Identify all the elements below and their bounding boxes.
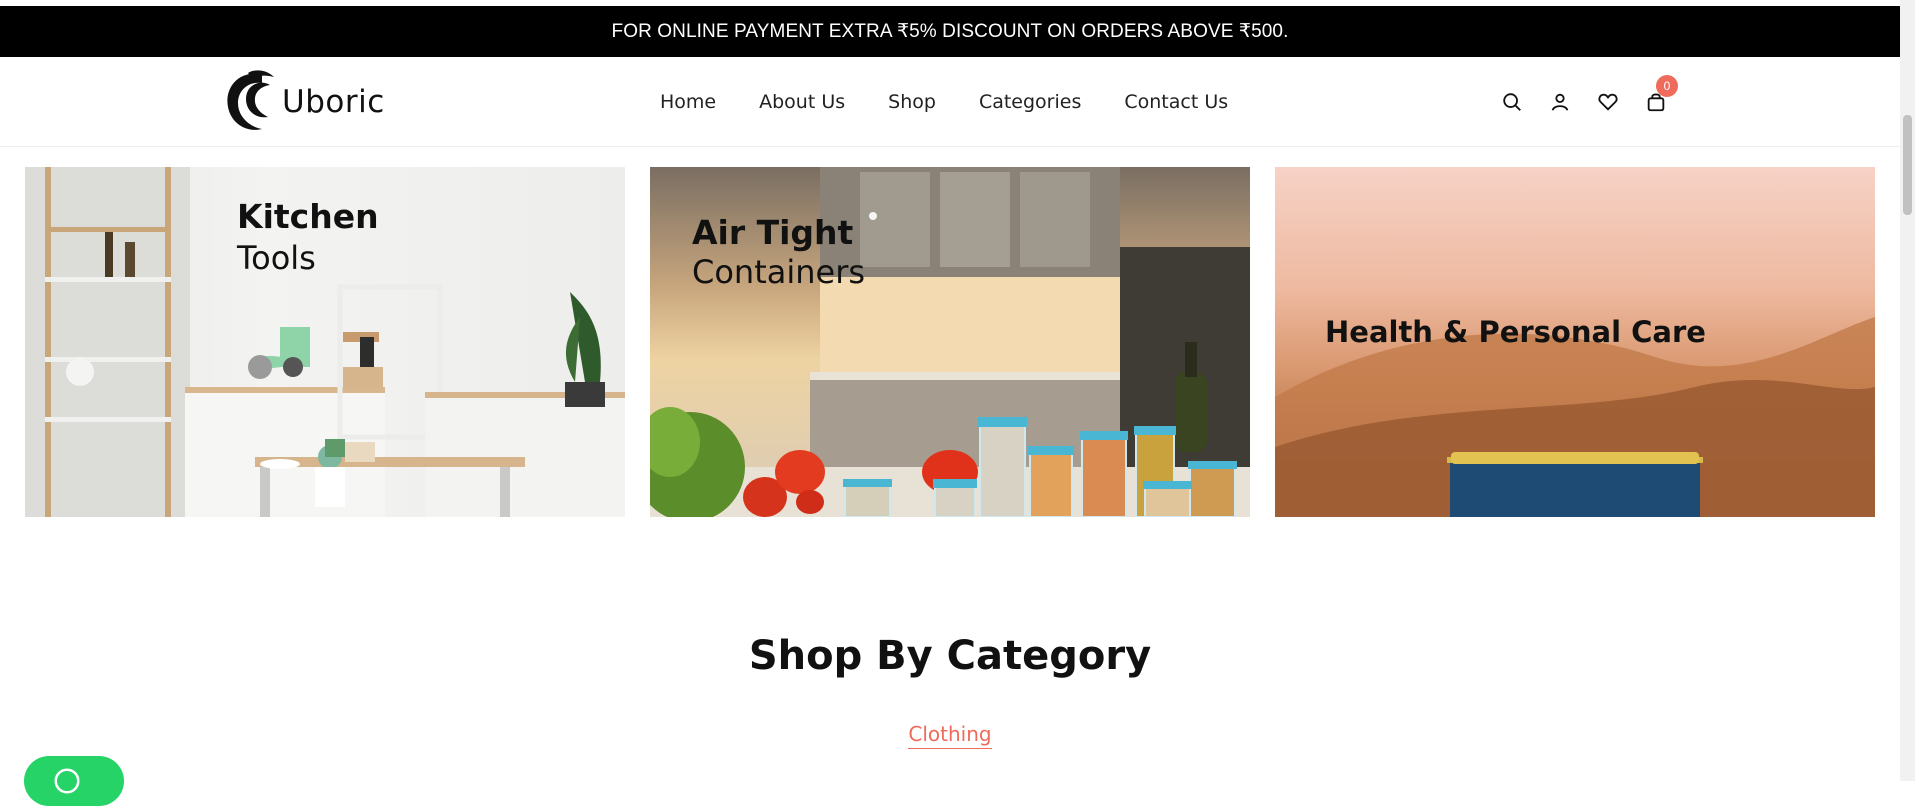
wishlist-button[interactable] (1596, 90, 1620, 114)
banner-kitchen-tools[interactable]: Kitchen Tools (25, 167, 625, 517)
brand-name: Uboric (282, 84, 385, 120)
nav-shop[interactable]: Shop (888, 91, 936, 113)
banner-title: Health & Personal Care (1325, 315, 1706, 349)
banner-health-personal-care[interactable]: Health & Personal Care (1275, 167, 1875, 517)
nav-contact-us[interactable]: Contact Us (1124, 91, 1228, 113)
nav-about-us[interactable]: About Us (759, 91, 845, 113)
page-scrollbar[interactable] (1900, 0, 1915, 781)
scrollbar-thumb[interactable] (1903, 115, 1912, 215)
shop-by-category-title: Shop By Category (748, 633, 1152, 679)
nav-categories[interactable]: Categories (979, 91, 1081, 113)
banner-subtitle: Containers (692, 253, 866, 291)
tab-clothing[interactable]: Clothing (908, 722, 992, 749)
banner-air-tight-containers[interactable]: Air Tight Containers (650, 167, 1250, 517)
main-nav: Home About Us Shop Categories Contact Us (660, 57, 1271, 147)
banner-title: Air Tight (692, 213, 854, 252)
whatsapp-chat-button[interactable] (24, 756, 124, 806)
whatsapp-icon (54, 768, 80, 794)
account-button[interactable] (1548, 90, 1572, 114)
logo-swirl-icon (227, 70, 274, 130)
brand-logo[interactable]: Uboric (220, 67, 385, 137)
user-icon (1551, 93, 1569, 111)
announcement-bar: FOR ONLINE PAYMENT EXTRA ₹5% DISCOUNT ON… (0, 6, 1900, 57)
search-icon (1503, 93, 1521, 111)
announcement-text: FOR ONLINE PAYMENT EXTRA ₹5% DISCOUNT ON… (611, 21, 1289, 42)
nav-home[interactable]: Home (660, 91, 716, 113)
cart-button[interactable]: 0 (1644, 75, 1678, 114)
search-button[interactable] (1500, 90, 1524, 114)
category-tabs: Clothing (0, 722, 1900, 749)
banner-subtitle: Tools (237, 239, 316, 277)
site-header: Uboric Home About Us Shop Categories Con… (0, 57, 1900, 147)
heart-icon (1598, 93, 1618, 111)
banner-title: Kitchen (237, 197, 379, 236)
header-actions: 0 (1500, 57, 1678, 147)
promo-banners: Kitchen Tools Air Tight Containers Healt… (25, 167, 1875, 517)
cart-count-badge: 0 (1656, 75, 1678, 97)
